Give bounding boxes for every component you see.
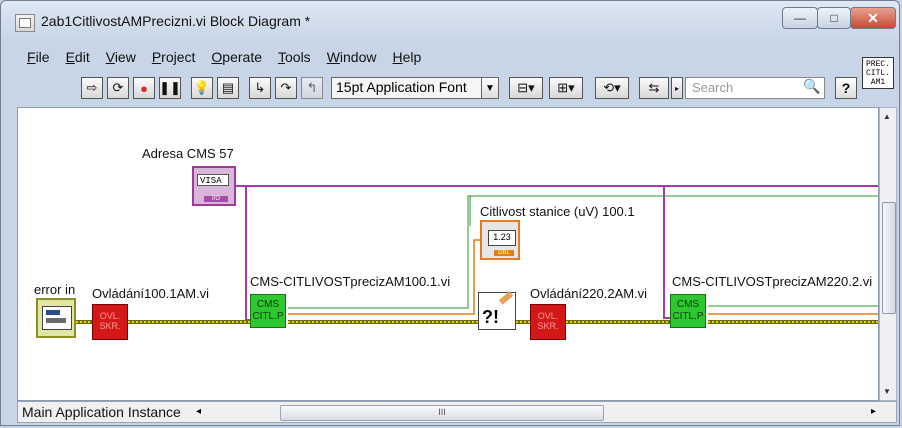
chevron-right-icon: ▸ [674, 83, 679, 93]
ovladani2-text: OVL. SKR. [537, 311, 559, 331]
cms1-text: CMS CITL.P [252, 299, 284, 322]
maximize-icon: □ [830, 11, 838, 25]
run-continuously-button[interactable]: ⟳ [107, 77, 129, 99]
help-icon: ? [841, 80, 851, 96]
scroll-grip: III [438, 407, 446, 417]
vertical-scrollbar[interactable]: ▲ ▼ [879, 107, 897, 401]
highlight-execution-button[interactable]: 💡 [191, 77, 213, 99]
menu-window[interactable]: Window [319, 47, 385, 69]
error-in-control[interactable] [36, 298, 76, 338]
indicator-value: 1.23 [488, 230, 516, 246]
block-diagram-canvas[interactable]: Adresa CMS 57 VISA I/O Citlivost stanice… [17, 107, 879, 401]
vi-icon-line2: CITL. [865, 69, 890, 78]
search-placeholder: Search [692, 80, 734, 95]
reorder-button[interactable]: ⟲▾ [595, 77, 629, 99]
visa-resource-constant[interactable]: VISA I/O [192, 166, 236, 206]
menu-tools[interactable]: Tools [270, 47, 319, 69]
run-button[interactable]: ⇨ [81, 77, 103, 99]
vertical-scroll-thumb[interactable] [882, 202, 896, 314]
menu-help[interactable]: Help [385, 47, 430, 69]
reorder-icon: ⟲▾ [603, 80, 621, 95]
cms1-label: CMS-CITLIVOSTprecizAM100.1.vi [250, 274, 451, 289]
application-instance[interactable]: Main Application Instance [22, 404, 181, 420]
adresa-label: Adresa CMS 57 [142, 146, 234, 161]
abort-button[interactable]: ● [133, 77, 155, 99]
ovladani1-label: Ovládání100.1AM.vi [92, 286, 210, 301]
horizontal-scroll-thumb[interactable]: III [280, 405, 604, 421]
context-help-button[interactable]: ? [835, 77, 857, 99]
toolbar: ⇨ ⟳ ● ❚❚ 💡 ▤ ↳ ↷ ↰ 15pt Application Font… [19, 73, 859, 103]
scroll-up-icon[interactable]: ▲ [883, 112, 891, 121]
error-cluster-icon [42, 306, 72, 330]
vi-icon-line1: PREC. [865, 60, 890, 69]
distribute-objects-button[interactable]: ⊞▾ [549, 77, 583, 99]
align-icon: ⊟▾ [517, 80, 535, 95]
font-select-value: 15pt Application Font [336, 79, 467, 95]
error-in-label: error in [34, 282, 76, 297]
minimize-button[interactable]: — [782, 7, 818, 29]
font-select[interactable]: 15pt Application Font [331, 77, 497, 99]
chevron-down-icon: ▼ [485, 82, 495, 94]
probe-icon: ▤ [221, 80, 235, 95]
handler-text: ?! [482, 307, 499, 327]
citlivost-label: Citlivost stanice (uV) 100.1 [480, 204, 635, 219]
distribute-icon: ⊞▾ [557, 80, 575, 95]
toolbar-expand-button[interactable]: ▸ [671, 77, 683, 99]
run-arrow-icon: ⇨ [86, 80, 98, 95]
citlivost-indicator[interactable]: 1.23 DBL [480, 220, 520, 260]
vi-icon[interactable]: PREC. CITL. AM1 [862, 57, 894, 89]
scroll-right-icon[interactable]: ▸ [871, 406, 876, 417]
close-icon: ✕ [867, 9, 879, 26]
ovladani2-subvi[interactable]: OVL. SKR. [530, 304, 566, 340]
menu-view[interactable]: View [98, 47, 144, 69]
cms2-text: CMS CITL.P [672, 299, 704, 322]
visa-value: VISA [197, 174, 229, 186]
indicator-tag: DBL [494, 250, 514, 256]
menu-project[interactable]: Project [144, 47, 204, 69]
minimize-icon: — [794, 11, 806, 25]
title-bar[interactable]: 2ab1CitlivostAMPrecizni.vi Block Diagram… [1, 1, 899, 39]
maximize-button[interactable]: □ [817, 7, 851, 29]
block-diagram-window: 2ab1CitlivostAMPrecizni.vi Block Diagram… [0, 0, 900, 426]
pencil-icon [498, 291, 514, 305]
step-over-button[interactable]: ↷ [275, 77, 297, 99]
run-continuously-icon: ⟳ [112, 80, 124, 95]
retain-wire-values-button[interactable]: ▤ [217, 77, 239, 99]
step-out-button[interactable]: ↰ [301, 77, 323, 99]
lightbulb-icon: 💡 [193, 80, 211, 95]
clean-up-icon: ⇆ [648, 80, 660, 95]
ovladani1-subvi[interactable]: OVL. SKR. [92, 304, 128, 340]
cms2-subvi[interactable]: CMS CITL.P [670, 294, 706, 328]
step-out-icon: ↰ [306, 80, 318, 95]
align-objects-button[interactable]: ⊟▾ [509, 77, 543, 99]
window-title: 2ab1CitlivostAMPrecizni.vi Block Diagram… [41, 13, 311, 29]
menu-edit[interactable]: Edit [58, 47, 98, 69]
simple-error-handler[interactable]: ?! [478, 291, 516, 330]
labview-app-icon [15, 14, 35, 32]
cms2-label: CMS-CITLIVOSTprecizAM220.2.vi [672, 274, 873, 289]
step-into-icon: ↳ [254, 80, 266, 95]
pause-button[interactable]: ❚❚ [159, 77, 181, 99]
step-over-icon: ↷ [280, 80, 292, 95]
ovladani1-text: OVL. SKR. [99, 311, 121, 331]
cms1-subvi[interactable]: CMS CITL.P [250, 294, 286, 328]
stop-icon: ● [140, 80, 148, 96]
pause-icon: ❚❚ [159, 80, 181, 95]
clean-up-diagram-button[interactable]: ⇆ [639, 77, 669, 99]
menu-bar: File Edit View Project Operate Tools Win… [19, 47, 429, 69]
ovladani2-label: Ovládání220.2AM.vi [530, 286, 648, 301]
menu-file[interactable]: File [19, 47, 58, 69]
scroll-down-icon[interactable]: ▼ [883, 387, 891, 396]
scroll-left-icon[interactable]: ◂ [196, 406, 201, 417]
font-dropdown-arrow[interactable]: ▼ [481, 77, 499, 99]
close-button[interactable]: ✕ [850, 7, 896, 29]
status-bar: Main Application Instance ◂ III ▸ [17, 401, 897, 423]
vi-icon-line3: AM1 [870, 78, 886, 87]
menu-operate[interactable]: Operate [203, 47, 270, 69]
search-icon[interactable]: 🔍 [803, 78, 820, 95]
step-into-button[interactable]: ↳ [249, 77, 271, 99]
visa-tag: I/O [204, 196, 228, 202]
